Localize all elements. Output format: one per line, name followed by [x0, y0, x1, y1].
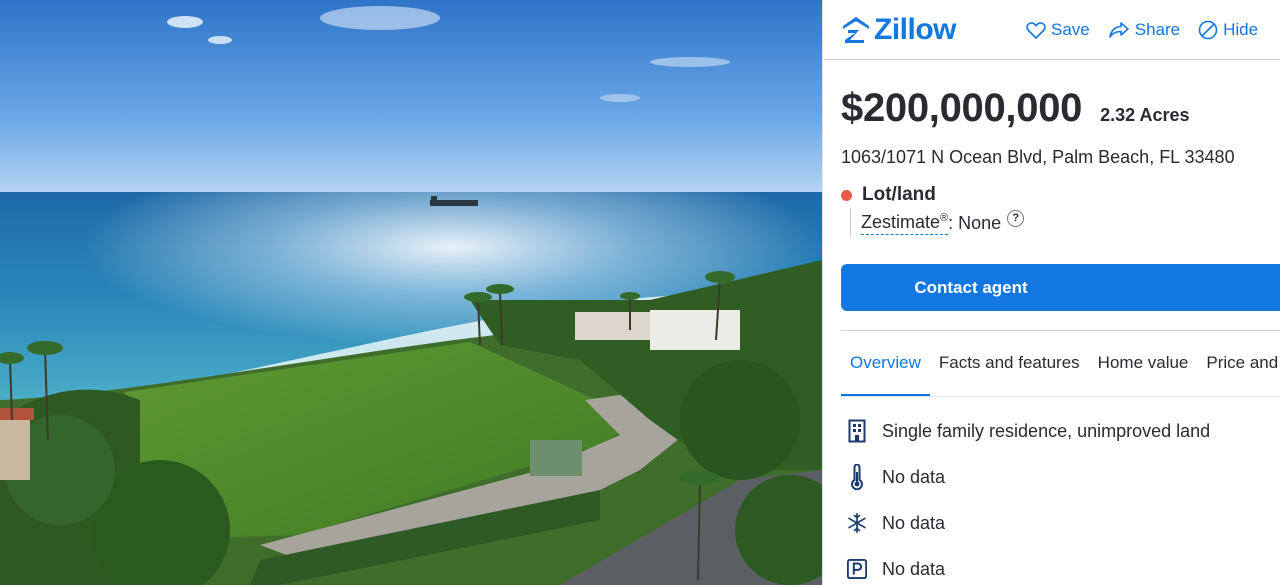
detail-tabs: Overview Facts and features Home value P…	[841, 331, 1280, 397]
listing-type: Lot/land	[862, 184, 936, 205]
top-bar: Zillow Save Share Hide	[823, 0, 1280, 60]
fact-text: No data	[882, 558, 946, 579]
fact-item: No data	[847, 500, 1210, 546]
save-label: Save	[1051, 19, 1090, 39]
tabs-divider	[841, 396, 1280, 397]
share-label: Share	[1134, 19, 1181, 39]
fact-text: No data	[882, 466, 946, 487]
fact-text: No data	[882, 512, 946, 533]
header-actions: Save Share Hide	[1026, 20, 1276, 40]
hide-label: Hide	[1223, 19, 1259, 39]
brand-name: Zillow	[874, 12, 957, 46]
status-dot-icon	[841, 189, 852, 201]
tab-overview[interactable]: Overview	[841, 331, 930, 397]
parking-icon	[847, 556, 867, 582]
heart-icon	[1026, 21, 1046, 39]
fact-item: No data	[847, 546, 1210, 585]
zestimate-link[interactable]: Zestimate®	[861, 211, 949, 235]
contact-agent-button[interactable]: Contact agent	[841, 264, 1280, 311]
listing-photo[interactable]	[0, 0, 822, 585]
thermometer-icon	[847, 464, 867, 490]
snowflake-icon	[847, 510, 867, 536]
registered-mark: ®	[940, 211, 949, 224]
share-button[interactable]: Share	[1108, 20, 1180, 40]
help-icon[interactable]: ?	[1007, 209, 1025, 227]
fact-item: No data	[847, 454, 1210, 500]
zestimate-label: Zestimate	[861, 211, 941, 232]
tab-facts-and-features[interactable]: Facts and features	[930, 331, 1089, 397]
fact-text: Single family residence, unimproved land	[882, 420, 1211, 441]
lot-size: 2.32 Acres	[1100, 105, 1190, 125]
share-icon	[1108, 21, 1129, 38]
listing-price: $200,000,000	[841, 86, 1083, 130]
listing-details-panel: Zillow Save Share Hide $200,000,000 2.32…	[822, 0, 1280, 585]
fact-item: Single family residence, unimproved land	[847, 408, 1210, 454]
tab-home-value[interactable]: Home value	[1089, 331, 1198, 397]
building-icon	[847, 418, 867, 444]
zillow-house-icon	[843, 16, 869, 43]
contact-agent-label: Contact agent	[914, 277, 1028, 297]
listing-type-row: Lot/land	[841, 184, 936, 206]
hide-button[interactable]: Hide	[1198, 20, 1258, 40]
save-button[interactable]: Save	[1026, 20, 1090, 40]
aerial-photo-illustration	[0, 0, 822, 585]
zillow-logo[interactable]: Zillow	[841, 12, 957, 47]
price-row: $200,000,000 2.32 Acres	[841, 86, 1190, 131]
facts-list: Single family residence, unimproved land…	[847, 408, 1210, 585]
tab-price-and-tax-history[interactable]: Price and tax history	[1197, 331, 1280, 397]
listing-address: 1063/1071 N Ocean Blvd, Palm Beach, FL 3…	[841, 147, 1235, 167]
zestimate-row: Zestimate® : None ?	[850, 208, 1025, 238]
hide-icon	[1198, 20, 1218, 39]
zestimate-value: : None	[948, 212, 1002, 233]
